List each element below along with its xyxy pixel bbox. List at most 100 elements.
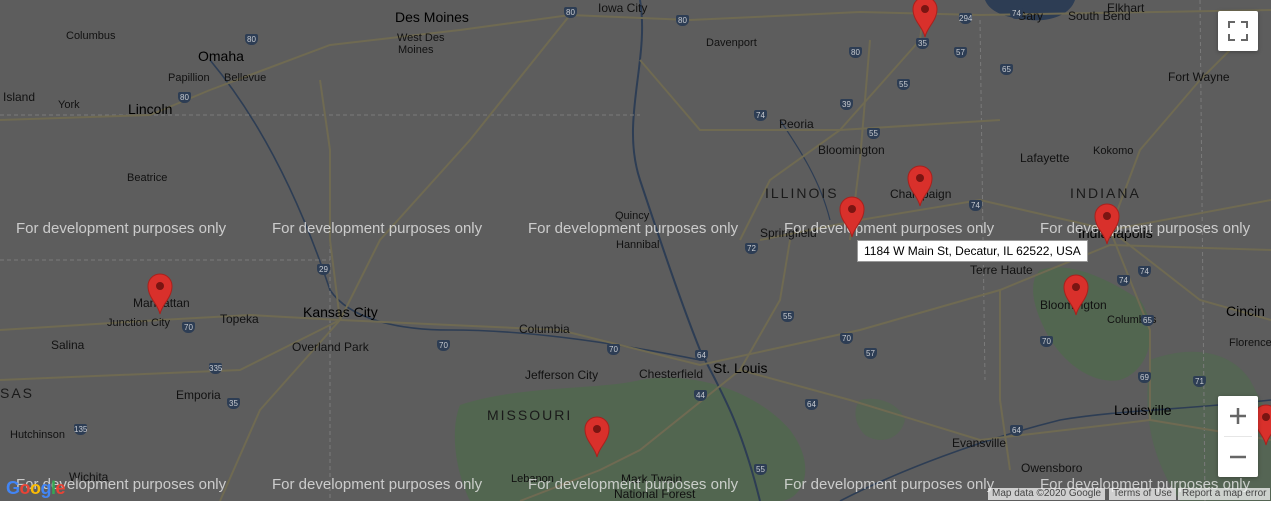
highway-shield: 55 — [867, 128, 880, 139]
place-label: Bellevue — [224, 72, 267, 84]
place-label: Davenport — [706, 37, 757, 49]
place-label: Overland Park — [292, 340, 369, 354]
google-logo-text: Google — [6, 478, 66, 498]
highway-shield: 135 — [74, 424, 88, 435]
map-pin-icon — [1063, 274, 1089, 316]
google-logo[interactable]: Google — [6, 478, 66, 499]
place-label: Elkhart — [1107, 1, 1145, 15]
place-label: Fort Wayne — [1168, 70, 1230, 84]
fullscreen-icon — [1228, 21, 1248, 41]
dev-watermark: For development purposes only — [16, 220, 227, 237]
highway-shield: 74 — [969, 200, 982, 211]
highway-shield: 64 — [805, 399, 818, 410]
place-label: Emporia — [176, 388, 221, 402]
place-label: Hutchinson — [10, 429, 66, 441]
map-marker[interactable] — [1093, 201, 1121, 245]
highway-shield: 65 — [1000, 64, 1013, 75]
highway-shield: 39 — [840, 99, 853, 110]
place-label: Beatrice — [127, 172, 168, 184]
fullscreen-button[interactable] — [1218, 11, 1258, 51]
map-pin-icon — [147, 273, 173, 315]
terms-link[interactable]: Terms of Use — [1109, 488, 1176, 500]
highway-shield: 80 — [245, 34, 258, 45]
place-label: West Des — [397, 32, 445, 44]
highway-shield: 294 — [959, 13, 973, 24]
highway-shield: 80 — [564, 7, 577, 18]
highway-shield: 55 — [754, 464, 767, 475]
place-label: Junction City — [107, 317, 170, 329]
map-marker[interactable] — [911, 0, 939, 38]
zoom-in-button[interactable] — [1218, 396, 1258, 436]
place-label: Owensboro — [1021, 461, 1083, 475]
state-label: MISSOURI — [487, 407, 573, 423]
highway-shield: 74 — [1138, 266, 1151, 277]
place-label: Cincin — [1226, 303, 1265, 319]
highway-shield: 74 — [1117, 275, 1130, 286]
plus-icon — [1230, 408, 1246, 424]
map-marker[interactable] — [1062, 272, 1090, 316]
dev-watermark: For development purposes only — [528, 476, 739, 493]
highway-shield: 74 — [1010, 8, 1023, 19]
illinois-river — [779, 119, 831, 221]
highway-shield: 74 — [754, 110, 767, 121]
highway-shield: 55 — [781, 311, 794, 322]
map-data-attribution: Map data ©2020 Google — [988, 488, 1106, 500]
map-pin-icon — [839, 196, 865, 238]
place-label: Island — [3, 90, 36, 104]
highway-shield: 80 — [178, 92, 191, 103]
highway-shield: 70 — [840, 333, 853, 344]
report-error-link[interactable]: Report a map error — [1178, 488, 1271, 500]
place-label: Evansville — [952, 436, 1007, 450]
highway-shield: 70 — [437, 340, 450, 351]
place-label: Des Moines — [395, 9, 469, 25]
map-marker[interactable] — [906, 163, 934, 207]
highway-shield: 71 — [1193, 376, 1206, 387]
map-pin-icon — [912, 0, 938, 38]
place-label: York — [58, 99, 80, 111]
place-label: Chesterfield — [639, 367, 704, 381]
place-label: Columbia — [519, 322, 570, 336]
highway-shield: 70 — [1040, 336, 1053, 347]
state-label: INDIANA — [1070, 185, 1141, 201]
map-pin-icon — [584, 416, 610, 458]
map-marker[interactable] — [583, 414, 611, 458]
dev-watermark: For development purposes only — [272, 220, 483, 237]
minus-icon — [1230, 455, 1246, 459]
place-label: Moines — [398, 44, 434, 56]
place-label: Florence — [1229, 337, 1271, 349]
map-marker[interactable] — [146, 271, 174, 315]
place-label: Bloomington — [818, 143, 885, 157]
map-canvas[interactable]: Des Moines West Des Moines Iowa City Davenpo… — [0, 0, 1271, 501]
highway-shield: 70 — [182, 322, 195, 333]
highway-shield: 44 — [694, 390, 707, 401]
place-label: Louisville — [1114, 402, 1172, 418]
place-label: Salina — [51, 338, 85, 352]
place-label: Kokomo — [1093, 145, 1134, 157]
highway-shield: 64 — [695, 350, 708, 361]
highway-shield: 335 — [209, 363, 223, 374]
place-label: Columbus — [66, 30, 116, 42]
dev-watermark: For development purposes only — [784, 220, 995, 237]
highway-shield: 29 — [317, 264, 330, 275]
highway-shield: 80 — [676, 15, 689, 26]
map-marker[interactable] — [838, 194, 866, 238]
place-label: Terre Haute — [970, 263, 1033, 277]
marker-tooltip: 1184 W Main St, Decatur, IL 62522, USA — [857, 240, 1088, 262]
place-label: Hannibal — [616, 239, 660, 251]
highway-shield: 69 — [1138, 372, 1151, 383]
place-label: Papillion — [168, 72, 210, 84]
map-pin-icon — [907, 165, 933, 207]
state-label: ILLINOIS — [765, 185, 839, 201]
highway-shield: 57 — [954, 47, 967, 58]
place-label: Omaha — [198, 48, 244, 64]
place-label: Iowa City — [598, 1, 648, 15]
place-label: Peoria — [779, 117, 814, 131]
highway-shield: 65 — [1141, 315, 1154, 326]
dev-watermark: For development purposes only — [528, 220, 739, 237]
zoom-out-button[interactable] — [1218, 437, 1258, 477]
highway-shield: 55 — [897, 79, 910, 90]
highway-shield: 35 — [227, 398, 240, 409]
highway-shield: 70 — [607, 344, 620, 355]
place-label: St. Louis — [713, 360, 768, 376]
state-label: SAS — [0, 385, 35, 401]
